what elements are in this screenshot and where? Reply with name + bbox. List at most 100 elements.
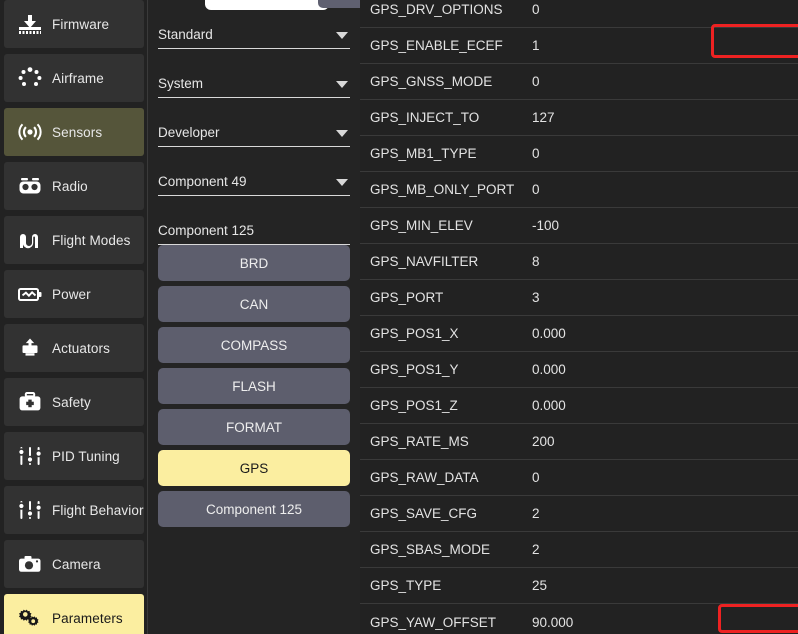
chevron-down-icon[interactable] [336,130,348,137]
group-button-compass[interactable]: COMPASS [158,327,350,363]
dropdown-system[interactable]: System [158,49,350,98]
dropdown-component-49[interactable]: Component 49 [158,147,350,196]
chevron-down-icon[interactable] [336,32,348,39]
sidebar-item-power[interactable]: Power [4,270,144,318]
parameter-row[interactable]: GPS_RATE_MS 200 [360,424,798,460]
parameter-row[interactable]: GPS_YAW_OFFSET 90.000 [360,604,798,634]
sidebar-item-pid-tuning[interactable]: PID Tuning [4,432,144,480]
parameter-row[interactable]: GPS_ENABLE_ECEF 1 [360,28,798,64]
parameter-value: 2 [532,542,540,557]
chevron-down-icon[interactable] [336,179,348,186]
sidebar-item-sensors[interactable]: Sensors [4,108,144,156]
parameter-row[interactable]: GPS_POS1_Z 0.000 [360,388,798,424]
parameter-row[interactable]: GPS_TYPE 25 [360,568,798,604]
sidebar-item-label: Sensors [52,124,103,140]
dropdown-label: Standard [158,27,213,42]
parameter-row[interactable]: GPS_DRV_OPTIONS 0 [360,0,798,28]
parameter-row[interactable]: GPS_PORT 3 [360,280,798,316]
sidebar-item-parameters[interactable]: Parameters [4,594,144,634]
parameter-name: GPS_RATE_MS [370,434,469,449]
parameter-row[interactable]: GPS_SBAS_MODE 2 [360,532,798,568]
sidebar-item-label: Parameters [52,610,123,626]
parameter-value: 127 [532,110,555,125]
parameter-rows-container: GPS_DRV_OPTIONS 0 GPS_ENABLE_ECEF 1 GPS_GNSS… [360,0,798,634]
sidebar-item-radio[interactable]: Radio [4,162,144,210]
parameter-name: GPS_POS1_X [370,326,459,341]
parameter-name: GPS_PORT [370,290,444,305]
parameter-name: GPS_YAW_OFFSET [370,614,497,630]
group-button-flash[interactable]: FLASH [158,368,350,404]
sidebar-item-label: Camera [52,556,101,572]
sidebar-item-flight-modes[interactable]: Flight Modes [4,216,144,264]
parameter-group-column: Standard System Developer Component 49 Compo… [148,0,360,634]
sidebar-item-label: Actuators [52,340,110,356]
chevron-down-icon[interactable] [336,81,348,88]
dropdown-label: System [158,76,204,91]
group-button-format[interactable]: FORMAT [158,409,350,445]
parameter-name: GPS_RAW_DATA [370,470,479,485]
parameter-name: GPS_NAVFILTER [370,254,479,269]
dropdown-standard[interactable]: Standard [158,0,350,49]
parameter-name: GPS_POS1_Z [370,398,458,413]
sidebar-item-camera[interactable]: Camera [4,540,144,588]
parameter-row[interactable]: GPS_MIN_ELEV -100 [360,208,798,244]
parameter-row[interactable]: GPS_MB_ONLY_PORT 0 [360,172,798,208]
gears-icon [12,602,48,634]
parameter-row[interactable]: GPS_POS1_Y 0.000 [360,352,798,388]
parameter-value: 1 [532,38,540,53]
group-button-can[interactable]: CAN [158,286,350,322]
sidebar-item-firmware[interactable]: Firmware [4,0,144,48]
radio-controller-icon [12,170,48,202]
parameter-name: GPS_SAVE_CFG [370,506,478,521]
sidebar-item-label: Firmware [52,16,110,32]
camera-icon [12,548,48,580]
sidebar-item-airframe[interactable]: Airframe [4,54,144,102]
sidebar-item-flight-behavior[interactable]: Flight Behavior [4,486,144,534]
dropdown-developer[interactable]: Developer [158,98,350,147]
power-battery-icon [12,278,48,310]
parameter-name: GPS_GNSS_MODE [370,74,493,89]
sidebar-item-label: Power [52,286,91,302]
parameter-row[interactable]: GPS_SAVE_CFG 2 [360,496,798,532]
sidebar-item-label: Airframe [52,70,104,86]
parameter-row[interactable]: GPS_INJECT_TO 127 [360,100,798,136]
parameter-value: 200 [532,434,555,449]
parameter-value: 2 [532,506,540,521]
sensors-signal-icon [12,116,48,148]
dropdown-label: Component 49 [158,174,247,189]
parameter-name: GPS_DRV_OPTIONS [370,2,503,17]
parameter-value: 0 [532,146,540,161]
parameter-row[interactable]: GPS_POS1_X 0.000 [360,316,798,352]
group-button-brd[interactable]: BRD [158,245,350,281]
parameter-row[interactable]: GPS_RAW_DATA 0 [360,460,798,496]
parameter-name: GPS_INJECT_TO [370,110,480,125]
parameter-category-dropdowns: Standard System Developer Component 49 Compo… [158,0,350,245]
airframe-rotors-icon [12,62,48,94]
parameter-row[interactable]: GPS_GNSS_MODE 0 [360,64,798,100]
sidebar-item-label: Flight Modes [52,232,131,248]
parameter-list-panel[interactable]: GPS_DRV_OPTIONS 0 GPS_ENABLE_ECEF 1 GPS_GNSS… [360,0,798,634]
parameter-value: 90.000 [532,614,574,630]
parameter-value: 0.000 [532,326,566,341]
parameter-name: GPS_SBAS_MODE [370,542,491,557]
sidebar-item-label: Radio [52,178,88,194]
sidebar-item-actuators[interactable]: Actuators [4,324,144,372]
parameter-name: GPS_MIN_ELEV [370,218,473,233]
parameter-row[interactable]: GPS_NAVFILTER 8 [360,244,798,280]
group-button-component-125[interactable]: Component 125 [158,491,350,527]
parameter-name: GPS_MB_ONLY_PORT [370,182,515,197]
vehicle-setup-window: Firmware Airframe Sensors Radio Flight Mo… [0,0,798,634]
dropdown-component-125[interactable]: Component 125 [158,196,350,245]
sidebar-item-safety[interactable]: Safety [4,378,144,426]
firmware-download-icon [12,8,48,40]
parameter-value: 0 [532,74,540,89]
parameter-name: GPS_POS1_Y [370,362,459,377]
actuators-motor-icon [12,332,48,364]
sliders-icon [12,440,48,472]
parameter-name: GPS_TYPE [370,578,442,593]
parameter-value: 0 [532,470,540,485]
parameter-row[interactable]: GPS_MB1_TYPE 0 [360,136,798,172]
parameter-value: 0.000 [532,362,566,377]
sidebar-item-label: Safety [52,394,91,410]
group-button-gps[interactable]: GPS [158,450,350,486]
